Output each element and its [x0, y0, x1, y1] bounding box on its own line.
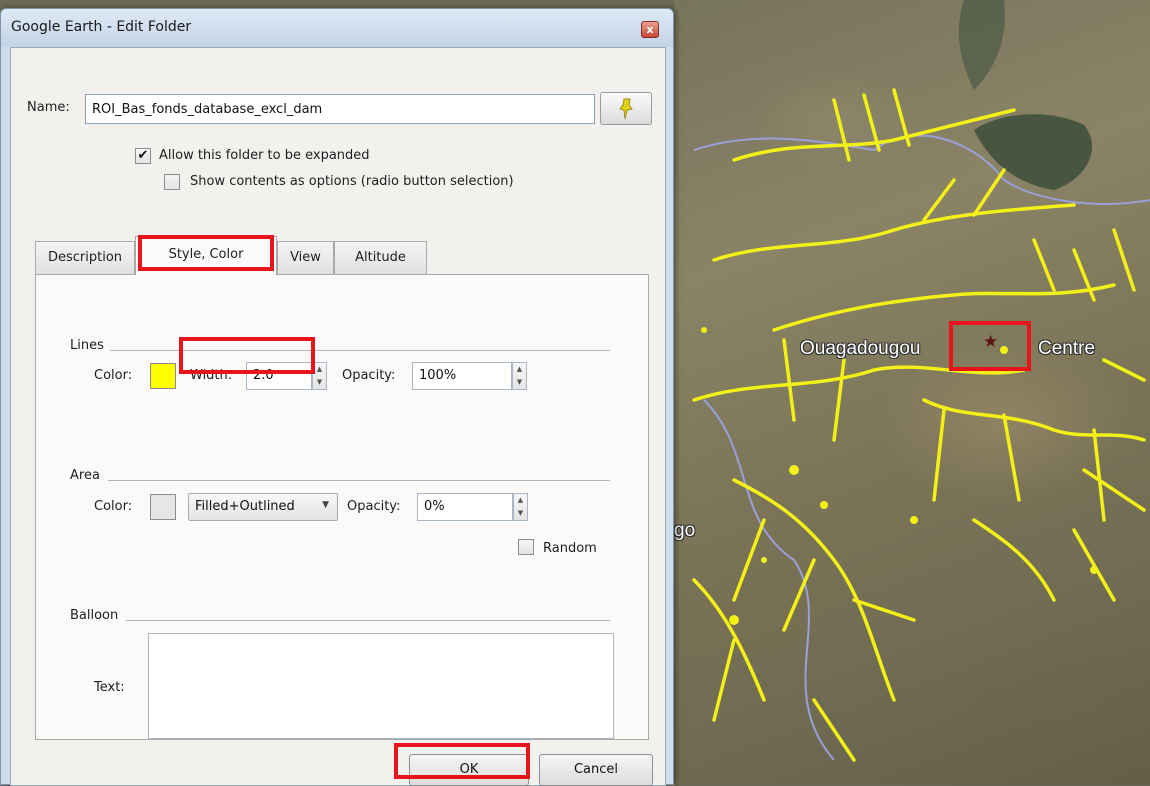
map-label-partial: go	[674, 520, 696, 541]
line-opacity-spinner[interactable]: ▲ ▼	[512, 362, 527, 390]
pin-icon-button[interactable]	[600, 92, 652, 125]
show-radio-label: Show contents as options (radio button s…	[190, 174, 514, 189]
window-title: Google Earth - Edit Folder	[11, 19, 192, 35]
line-width-spinner[interactable]: ▲ ▼	[312, 362, 327, 390]
line-width-label: Width:	[190, 368, 233, 383]
area-heading: Area	[70, 468, 100, 483]
area-opacity-spinner[interactable]: ▲ ▼	[513, 493, 528, 521]
allow-expand-label: Allow this folder to be expanded	[159, 148, 370, 163]
line-color-label: Color:	[94, 368, 133, 383]
area-opacity-input[interactable]: 0%	[417, 493, 513, 521]
area-color-label: Color:	[94, 499, 133, 514]
line-opacity-input[interactable]: 100%	[412, 362, 512, 390]
lines-divider	[110, 350, 610, 351]
line-width-input[interactable]: 2.0	[246, 362, 312, 390]
ok-button[interactable]: OK	[409, 754, 529, 786]
line-opacity-label: Opacity:	[342, 368, 396, 383]
area-opacity-label: Opacity:	[347, 499, 401, 514]
cancel-button[interactable]: Cancel	[539, 754, 653, 786]
allow-expand-checkbox[interactable]: ✔	[135, 148, 151, 164]
area-color-swatch[interactable]	[150, 494, 176, 520]
tab-description[interactable]: Description	[35, 241, 135, 274]
lines-heading: Lines	[70, 338, 104, 353]
title-bar[interactable]: Google Earth - Edit Folder x	[1, 9, 673, 47]
style-color-panel: Lines Color: Width: 2.0 ▲ ▼ Opacity: 100%…	[35, 274, 649, 740]
name-input[interactable]	[85, 94, 595, 124]
close-button[interactable]: x	[641, 21, 659, 38]
balloon-text-label: Text:	[94, 680, 125, 695]
balloon-text-area[interactable]	[148, 633, 614, 739]
random-label: Random	[543, 541, 597, 556]
random-checkbox[interactable]	[518, 539, 534, 555]
star-icon[interactable]: ★	[983, 332, 998, 352]
name-label: Name:	[27, 100, 70, 115]
balloon-heading: Balloon	[70, 608, 119, 623]
line-color-swatch[interactable]	[150, 363, 176, 389]
fill-mode-value: Filled+Outlined	[195, 499, 295, 514]
map-features	[692, 0, 1150, 762]
fill-mode-select[interactable]: Filled+Outlined ▼	[188, 493, 338, 521]
close-icon: x	[646, 23, 654, 36]
balloon-divider	[126, 620, 610, 621]
tab-view[interactable]: View	[277, 241, 334, 274]
dialog-body: Name: ✔ Allow this folder to be expanded…	[10, 47, 666, 786]
edit-folder-dialog: Google Earth - Edit Folder x Name: ✔ All…	[0, 8, 674, 786]
tab-altitude[interactable]: Altitude	[334, 241, 427, 274]
tab-style-color[interactable]: Style, Color	[135, 236, 277, 275]
map-view[interactable]: Ouagadougou Centre go ★	[674, 0, 1150, 785]
show-radio-checkbox[interactable]	[164, 174, 180, 190]
chevron-down-icon: ▼	[322, 500, 329, 510]
pushpin-icon	[619, 98, 633, 120]
area-divider	[108, 480, 610, 481]
map-label-region: Centre	[1038, 338, 1096, 359]
map-label-city: Ouagadougou	[800, 338, 921, 359]
